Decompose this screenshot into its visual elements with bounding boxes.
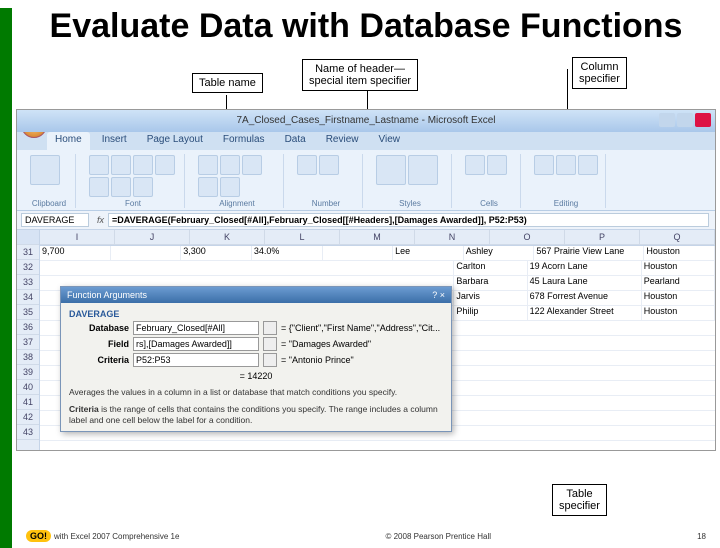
callout-table-name: Table name [192,73,263,93]
font-button[interactable] [89,155,109,175]
tab-formulas[interactable]: Formulas [215,132,273,150]
align-button[interactable] [220,155,240,175]
tab-data[interactable]: Data [277,132,314,150]
font-button[interactable] [89,177,109,197]
slide-title: Evaluate Data with Database Functions [32,8,700,45]
ribbon-group-clipboard: Clipboard [23,154,76,208]
dialog-description: Averages the values in a column in a lis… [69,387,443,398]
edit-button[interactable] [556,155,576,175]
styles-button[interactable] [376,155,406,185]
callout-col-spec: Column specifier [572,57,627,89]
row-headers: 31 32 33 34 35 36 37 38 39 40 41 42 43 [17,230,40,450]
num-button[interactable] [319,155,339,175]
formula-input[interactable]: =DAVERAGE(February_Closed[#All],February… [108,213,709,227]
slide-footer: GO!with Excel 2007 Comprehensive 1e © 20… [26,530,706,542]
edit-button[interactable] [578,155,598,175]
ribbon-group-font: Font [82,154,185,208]
formula-bar: DAVERAGE fx =DAVERAGE(February_Closed[#A… [17,211,715,230]
close-button[interactable] [695,113,711,127]
criteria-input[interactable]: P52:P53 [133,353,259,367]
database-input[interactable]: February_Closed[#All] [133,321,259,335]
field-input[interactable]: rs],[Damages Awarded]] [133,337,259,351]
grid[interactable]: IJKLMNOPQ 9,7003,30034.0%LeeAshley567 Pr… [40,230,715,450]
name-box[interactable]: DAVERAGE [21,213,89,227]
go-logo: GO! [26,530,51,542]
ribbon-group-editing: Editing [527,154,606,208]
tab-view[interactable]: View [370,132,408,150]
align-button[interactable] [198,155,218,175]
align-button[interactable] [242,155,262,175]
ribbon: Clipboard Font Alignment Number Styles C… [17,150,715,211]
tab-home[interactable]: Home [47,132,90,150]
align-button[interactable] [198,177,218,197]
callouts: Table name Name of header— special item … [12,49,720,109]
edit-button[interactable] [534,155,554,175]
font-button[interactable] [133,155,153,175]
window-title: 7A_Closed_Cases_Firstname_Lastname - Mic… [237,115,496,126]
ribbon-group-alignment: Alignment [191,154,284,208]
tab-insert[interactable]: Insert [94,132,135,150]
num-button[interactable] [297,155,317,175]
ribbon-group-number: Number [290,154,363,208]
callout-header-name: Name of header— special item specifier [302,59,418,91]
ref-button[interactable] [263,337,277,351]
excel-window: 7A_Closed_Cases_Firstname_Lastname - Mic… [16,109,716,451]
dialog-help-icon[interactable]: ? × [432,290,445,300]
font-button[interactable] [111,177,131,197]
align-button[interactable] [220,177,240,197]
window-titlebar: 7A_Closed_Cases_Firstname_Lastname - Mic… [17,110,715,132]
font-button[interactable] [111,155,131,175]
ribbon-group-styles: Styles [369,154,452,208]
cells-button[interactable] [487,155,507,175]
maximize-button[interactable] [677,113,693,127]
styles-button[interactable] [408,155,438,185]
function-arguments-dialog: Function Arguments? × DAVERAGE DatabaseF… [60,286,452,432]
cells-button[interactable] [465,155,485,175]
font-button[interactable] [155,155,175,175]
tab-page-layout[interactable]: Page Layout [139,132,211,150]
minimize-button[interactable] [659,113,675,127]
dialog-result: = 14220 [240,371,273,381]
dialog-fn-name: DAVERAGE [69,309,443,319]
tab-review[interactable]: Review [318,132,367,150]
ribbon-group-cells: Cells [458,154,521,208]
page-number: 18 [697,532,706,541]
paste-button[interactable] [30,155,60,185]
footer-copyright: © 2008 Pearson Prentice Hall [385,532,491,541]
fx-icon[interactable]: fx [93,215,108,225]
ref-button[interactable] [263,353,277,367]
dialog-title: Function Arguments [67,290,147,300]
font-button[interactable] [133,177,153,197]
worksheet: 31 32 33 34 35 36 37 38 39 40 41 42 43 I… [17,230,715,450]
ref-button[interactable] [263,321,277,335]
callout-table-spec: Table specifier [552,484,607,516]
ribbon-tabs: Home Insert Page Layout Formulas Data Re… [17,132,715,150]
